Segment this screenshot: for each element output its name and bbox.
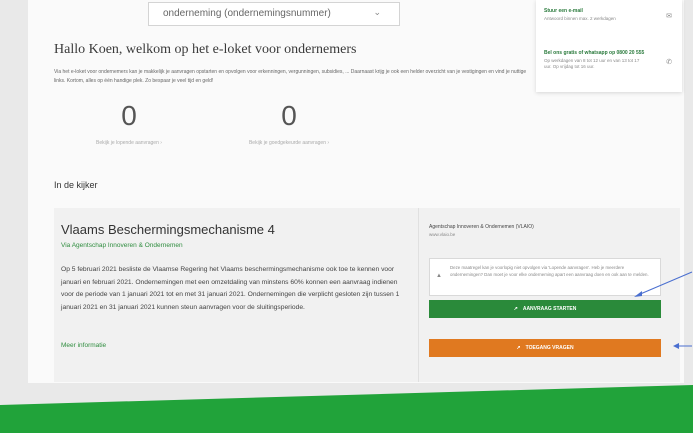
warning-icon: ▲ <box>436 273 442 279</box>
agency-url[interactable]: www.vlaio.be <box>429 232 534 237</box>
more-info-link[interactable]: Meer informatie <box>61 342 106 349</box>
mail-icon: ✉ <box>666 13 672 20</box>
contact-whatsapp-title: Bel ons gratis of whatsapp op 0800 20 55… <box>544 50 645 56</box>
footer-banner <box>0 383 693 433</box>
contact-panel: Stuur een e-mail Antwoord binnen max. 2 … <box>536 0 682 92</box>
chevron-down-icon: ⌄ <box>373 7 381 17</box>
featured-via-link[interactable]: Via Agentschap Innoveren & Ondernemen <box>61 242 183 249</box>
contact-email-detail: Antwoord binnen max. 2 werkdagen <box>544 16 616 21</box>
contact-email-title: Stuur een e-mail <box>544 8 583 14</box>
featured-title: Vlaams Beschermingsmechanisme 4 <box>61 222 275 237</box>
start-request-button[interactable]: ↗ AANVRAAG STARTEN <box>429 300 661 318</box>
agency-info: Agentschap Innoveren & Ondernemen (VLAIO… <box>429 224 534 237</box>
external-link-icon: ↗ <box>516 345 521 351</box>
section-title: In de kijker <box>54 180 98 190</box>
approved-requests-link[interactable]: Bekijk je goedgekeurde aanvragen › <box>204 140 374 146</box>
contact-whatsapp[interactable]: Bel ons gratis of whatsapp op 0800 20 55… <box>544 50 674 70</box>
annotation-arrow-access <box>673 343 692 349</box>
intro-text: Via het e-loket voor ondernemers kan je … <box>54 69 527 84</box>
featured-card: Vlaams Beschermingsmechanisme 4 Via Agen… <box>54 208 680 382</box>
notice-box: ▲ Deze maatregel kan je voorlopig niet o… <box>429 258 661 296</box>
notice-text: Deze maatregel kan je voorlopig niet opv… <box>450 265 649 277</box>
ongoing-requests-count: 0 <box>121 100 137 131</box>
page-title: Hallo Koen, welkom op het e-loket voor o… <box>54 42 357 57</box>
request-access-label: TOEGANG VRAGEN <box>525 345 574 351</box>
annotation-arrow-start <box>634 271 693 297</box>
phone-icon: ✆ <box>666 59 672 66</box>
contact-email[interactable]: Stuur een e-mail Antwoord binnen max. 2 … <box>544 8 674 22</box>
contact-whatsapp-detail-2: uur. Op vrijdag tot 16 uur. <box>544 64 595 69</box>
featured-body: Op 5 februari 2021 besliste de Vlaamse R… <box>61 266 400 311</box>
approved-requests-count: 0 <box>281 100 297 131</box>
start-request-label: AANVRAAG STARTEN <box>522 306 577 312</box>
card-divider <box>418 208 419 382</box>
request-access-button[interactable]: ↗ TOEGANG VRAGEN <box>429 339 661 357</box>
approved-requests-counter[interactable]: 0 Bekijk je goedgekeurde aanvragen › <box>204 100 374 146</box>
ongoing-requests-counter[interactable]: 0 Bekijk je lopende aanvragen › <box>44 100 214 146</box>
ongoing-requests-link[interactable]: Bekijk je lopende aanvragen › <box>44 140 214 146</box>
agency-name: Agentschap Innoveren & Ondernemen (VLAIO… <box>429 224 534 230</box>
external-link-icon: ↗ <box>513 306 518 312</box>
company-select-value: onderneming (ondernemingsnummer) <box>163 8 331 19</box>
company-select[interactable]: onderneming (ondernemingsnummer) ⌄ <box>148 2 400 26</box>
